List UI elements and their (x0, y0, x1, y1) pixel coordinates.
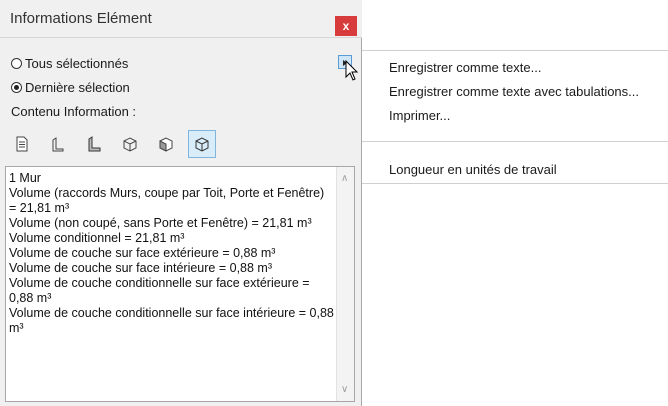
info-content-box[interactable]: 1 Mur Volume (raccords Murs, coupe par T… (5, 166, 355, 402)
info-text: 1 Mur Volume (raccords Murs, coupe par T… (9, 171, 334, 336)
scroll-down-icon[interactable]: ∨ (341, 384, 348, 395)
cube-selected-icon (195, 137, 209, 152)
scroll-up-icon[interactable]: ∧ (341, 173, 348, 184)
title-bar[interactable]: Informations Elément x (0, 0, 362, 38)
window-title: Informations Elément (10, 10, 152, 27)
vertical-scrollbar[interactable]: ∧ ∨ (336, 167, 354, 401)
info-panel: Informations Elément x Tous sélectionnés… (0, 0, 362, 406)
menu-item-working-units[interactable]: Longueur en unités de travail (389, 162, 557, 177)
info-line: Volume conditionnel = 21,81 m³ (9, 231, 185, 245)
wall-side-icon (88, 136, 101, 152)
info-line: Volume (non coupé, sans Porte et Fenêtre… (9, 216, 312, 230)
cube-face-icon (159, 137, 173, 152)
info-line: Volume de couche sur face intérieure = 0… (9, 261, 272, 275)
info-toolbar (8, 128, 216, 160)
radio-last-selection-label: Dernière sélection (25, 80, 130, 95)
tool-cube[interactable] (116, 130, 144, 158)
tool-wall-profile[interactable] (44, 130, 72, 158)
context-menu: Enregistrer comme texte... Enregistrer c… (362, 50, 668, 184)
radio-all-selected[interactable]: Tous sélectionnés (11, 56, 128, 71)
tool-wall-side[interactable] (80, 130, 108, 158)
wall-profile-icon (52, 137, 64, 152)
menu-item-save-text[interactable]: Enregistrer comme texte... (389, 60, 541, 75)
radio-last-selection[interactable]: Dernière sélection (11, 80, 130, 95)
tool-cube-selected[interactable] (188, 130, 216, 158)
tool-cube-face[interactable] (152, 130, 180, 158)
mouse-cursor-icon (345, 60, 359, 81)
document-icon (16, 136, 28, 152)
info-line: Volume (raccords Murs, coupe par Toit, P… (9, 186, 325, 215)
menu-separator (362, 141, 668, 142)
radio-circle-icon (11, 58, 22, 69)
info-line: Volume de couche sur face extérieure = 0… (9, 246, 276, 260)
info-line: 1 Mur (9, 171, 41, 185)
menu-item-print[interactable]: Imprimer... (389, 108, 450, 123)
radio-checked-icon (11, 82, 22, 93)
radio-all-selected-label: Tous sélectionnés (25, 56, 129, 71)
tool-document[interactable] (8, 130, 36, 158)
menu-item-save-text-tabs[interactable]: Enregistrer comme texte avec tabulations… (389, 84, 639, 99)
content-info-label: Contenu Information : (11, 104, 137, 119)
info-line: Volume de couche conditionnelle sur face… (9, 306, 334, 335)
close-button[interactable]: x (335, 16, 357, 36)
info-line: Volume de couche conditionnelle sur face… (9, 276, 310, 305)
cube-icon (123, 137, 137, 152)
